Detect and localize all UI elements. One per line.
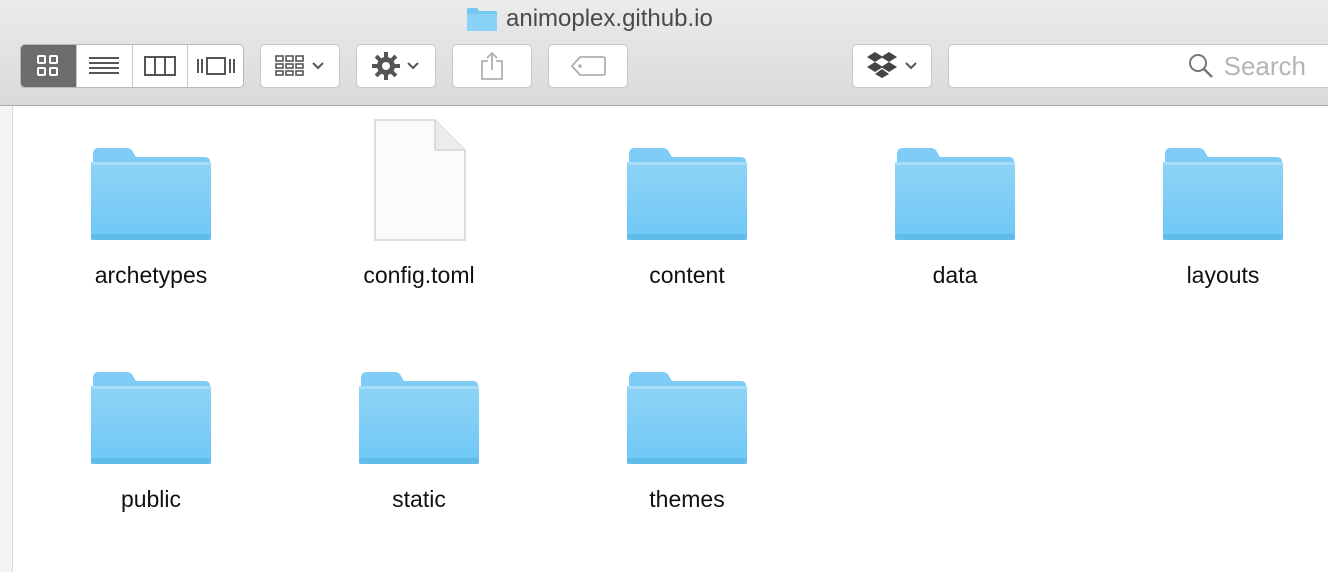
- arrange-button[interactable]: [260, 44, 340, 88]
- icon-view-button[interactable]: [21, 45, 77, 87]
- cover-flow-view-button[interactable]: [188, 45, 243, 87]
- tag-icon: [570, 56, 606, 76]
- item-icon: [357, 334, 481, 466]
- item-icon: [371, 110, 467, 242]
- search-input[interactable]: Search: [948, 44, 1328, 88]
- item-label: static: [392, 486, 446, 512]
- item-icon: [89, 110, 213, 242]
- chevron-down-icon: [312, 62, 324, 70]
- folder-icon: [627, 148, 747, 240]
- folder-icon: [91, 148, 211, 240]
- folder-item[interactable]: archetypes: [41, 110, 261, 300]
- list-icon: [89, 57, 120, 74]
- columns-icon: [143, 56, 176, 76]
- folder-icon: [627, 372, 747, 464]
- item-label: public: [120, 486, 182, 512]
- folder-icon: [1163, 148, 1283, 240]
- folder-item[interactable]: content: [577, 110, 797, 300]
- title-bar: animoplex.github.io Search: [0, 0, 1328, 106]
- dropbox-button[interactable]: [852, 44, 932, 88]
- list-view-button[interactable]: [77, 45, 133, 87]
- folder-item[interactable]: public: [41, 334, 261, 524]
- search-placeholder: Search: [1223, 50, 1306, 81]
- finder-window: animoplex.github.io Search archetypes co…: [0, 0, 1328, 572]
- column-view-button[interactable]: [133, 45, 189, 87]
- item-icon: [625, 110, 749, 242]
- item-label: themes: [649, 486, 725, 512]
- window-title-text: animoplex.github.io: [506, 5, 713, 32]
- item-icon: [893, 110, 1017, 242]
- item-label: content: [649, 262, 725, 288]
- folder-icon: [359, 372, 479, 464]
- item-label: layouts: [1186, 262, 1260, 288]
- folder-item[interactable]: themes: [577, 334, 797, 524]
- sidebar-edge[interactable]: [0, 106, 13, 572]
- folder-icon: [91, 372, 211, 464]
- folder-item[interactable]: static: [309, 334, 529, 524]
- cover-flow-icon: [196, 57, 235, 75]
- grid-icon: [37, 55, 59, 76]
- chevron-down-icon: [407, 62, 419, 70]
- dropbox-icon: [867, 52, 897, 78]
- item-icon: [89, 334, 213, 466]
- view-mode-control: [20, 44, 244, 88]
- search-icon: [1188, 54, 1213, 78]
- share-button[interactable]: [452, 44, 532, 88]
- item-icon: [1161, 110, 1285, 242]
- arrange-grid-icon: [275, 55, 304, 76]
- chevron-down-icon: [905, 62, 917, 70]
- gear-icon: [372, 52, 400, 80]
- folder-icon: [895, 148, 1015, 240]
- item-label: data: [932, 262, 978, 288]
- action-button[interactable]: [356, 44, 436, 88]
- item-label: config.toml: [363, 262, 475, 288]
- window-title: animoplex.github.io: [466, 4, 713, 34]
- folder-item[interactable]: data: [845, 110, 1065, 300]
- item-label: archetypes: [94, 262, 208, 288]
- edit-tags-button[interactable]: [548, 44, 628, 88]
- item-icon: [625, 334, 749, 466]
- share-icon: [481, 51, 503, 80]
- file-item[interactable]: config.toml: [309, 110, 529, 300]
- folder-icon: [467, 8, 497, 31]
- folder-item[interactable]: layouts: [1113, 110, 1328, 300]
- document-icon: [374, 119, 466, 241]
